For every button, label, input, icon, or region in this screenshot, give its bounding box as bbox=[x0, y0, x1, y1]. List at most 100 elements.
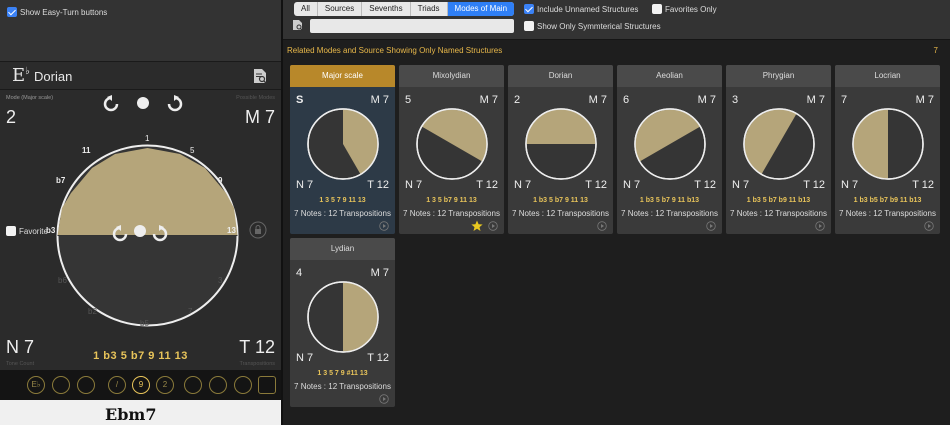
voice-button[interactable] bbox=[52, 376, 70, 394]
card-note-count: N 7 bbox=[623, 179, 641, 191]
easy-turn-checkbox[interactable] bbox=[7, 7, 17, 17]
favorites-only-checkbox[interactable] bbox=[652, 4, 662, 14]
left-panel: Show Easy-Turn buttons E♭ Dorian Mode (M… bbox=[0, 0, 281, 425]
card-formula: 1 3 5 b7 9 11 13 bbox=[426, 197, 477, 204]
card-notes-summary: 7 Notes : 12 Transpositions bbox=[294, 209, 391, 218]
left-options-area: Show Easy-Turn buttons bbox=[0, 0, 281, 62]
mode-cards-grid: Major scale S M 7N 7T 12 1 3 5 7 9 11 13 7 N… bbox=[283, 62, 950, 425]
slash-button[interactable]: / bbox=[108, 376, 126, 394]
card-mode-number: 3 bbox=[732, 94, 739, 106]
dial-label-9: 9 bbox=[218, 176, 223, 185]
option-9-button[interactable]: 9 bbox=[132, 376, 150, 394]
card-note-count: N 7 bbox=[841, 179, 859, 191]
card-title: Major scale bbox=[290, 65, 395, 87]
key-signature[interactable]: E♭ bbox=[12, 65, 30, 86]
tab-all[interactable]: All bbox=[294, 2, 318, 16]
tab-triads[interactable]: Triads bbox=[411, 2, 448, 16]
symmetrical-option[interactable]: Show Only Symmterical Structures bbox=[524, 21, 661, 31]
mode-card[interactable]: Phrygian 3 M 7 N 7 T 12 1 b3 5 b7 b9 11 b13 7 … bbox=[726, 65, 831, 234]
dial-label-b2: b2 bbox=[88, 307, 97, 316]
play-icon[interactable] bbox=[706, 221, 716, 231]
lock-icon[interactable] bbox=[249, 221, 267, 239]
symmetrical-checkbox[interactable] bbox=[524, 21, 534, 31]
card-mode-wheel bbox=[852, 108, 924, 180]
reset-dot[interactable] bbox=[137, 97, 149, 109]
metronome-icon[interactable] bbox=[258, 376, 276, 394]
card-title: Lydian bbox=[290, 238, 395, 260]
card-mode-number: 4 bbox=[296, 267, 303, 279]
card-note-count: N 7 bbox=[405, 179, 423, 191]
option-2-button[interactable]: 2 bbox=[156, 376, 174, 394]
play-icon[interactable] bbox=[379, 221, 389, 231]
easy-turn-option[interactable]: Show Easy-Turn buttons bbox=[7, 7, 107, 17]
mode-card[interactable]: Locrian 7 M 7 N 7 T 12 1 b3 b5 b7 b9 11 b13 7 … bbox=[835, 65, 940, 234]
card-note-count: N 7 bbox=[732, 179, 750, 191]
card-transpositions: T 12 bbox=[367, 179, 389, 191]
dial-label-5: 5 bbox=[190, 146, 195, 155]
card-note-count: N 7 bbox=[514, 179, 532, 191]
turn-controls bbox=[103, 95, 183, 112]
card-formula: 1 b3 b5 b7 b9 11 b13 bbox=[853, 197, 922, 204]
card-formula: 1 3 5 7 9 #11 13 bbox=[317, 370, 368, 377]
rotate-left-icon[interactable] bbox=[103, 95, 119, 112]
dial-label-13: 13 bbox=[227, 226, 236, 235]
dial-label-b5: b5 bbox=[140, 319, 149, 328]
mode-number: 2 bbox=[6, 107, 17, 127]
easy-turn-label: Show Easy-Turn buttons bbox=[20, 7, 108, 17]
mode-card[interactable]: Major scale S M 7 N 7 T 12 1 3 5 7 9 11 13 7 N… bbox=[290, 65, 395, 234]
document-search-icon[interactable] bbox=[253, 68, 267, 84]
favorite-checkbox[interactable] bbox=[6, 226, 16, 236]
card-transpositions: T 12 bbox=[803, 179, 825, 191]
tab-sevenths[interactable]: Sevenths bbox=[362, 2, 411, 16]
favorite-label: Favorite bbox=[19, 226, 48, 236]
tab-modes-of-main[interactable]: Modes of Main bbox=[447, 2, 515, 16]
tab-sources[interactable]: Sources bbox=[318, 2, 363, 16]
card-formula: 1 b3 5 b7 9 11 b13 bbox=[639, 197, 700, 204]
card-mode-wheel bbox=[307, 281, 379, 353]
mode-source-label: Mode (Major scale) bbox=[6, 95, 54, 101]
play-forward-button[interactable] bbox=[184, 376, 202, 394]
card-mode-number: 2 bbox=[514, 94, 521, 106]
play-icon[interactable] bbox=[379, 394, 389, 404]
mode-card[interactable]: Mixolydian 5 M 7 N 7 T 12 1 3 5 b7 9 11 13 7 N… bbox=[399, 65, 504, 234]
chord-name: Ebm7 bbox=[105, 405, 157, 424]
settings-button[interactable] bbox=[77, 376, 95, 394]
card-mode-wheel bbox=[634, 108, 706, 180]
card-notes-summary: 7 Notes : 12 Transpositions bbox=[512, 209, 609, 218]
include-unnamed-checkbox[interactable] bbox=[524, 4, 534, 14]
mode-card[interactable]: Lydian 4 M 7 N 7 T 12 1 3 5 7 9 #11 13 7 Notes… bbox=[290, 238, 395, 407]
favorites-only-option[interactable]: Favorites Only bbox=[652, 4, 717, 14]
end-button[interactable] bbox=[234, 376, 252, 394]
dial-label-b7: b7 bbox=[56, 176, 66, 185]
card-title: Locrian bbox=[835, 65, 940, 87]
card-formula: 1 b3 5 b7 b9 11 b13 bbox=[746, 197, 811, 204]
mode-card[interactable]: Aeolian 6 M 7 N 7 T 12 1 b3 5 b7 9 11 b13 7 No… bbox=[617, 65, 722, 234]
key-letter: E bbox=[12, 65, 26, 86]
include-unnamed-option[interactable]: Include Unnamed Structures bbox=[524, 4, 638, 14]
play-icon[interactable] bbox=[815, 221, 825, 231]
card-mode-count: M 7 bbox=[588, 94, 607, 106]
rotate-right-icon[interactable] bbox=[167, 95, 183, 112]
favorite-option[interactable]: Favorite bbox=[6, 226, 48, 236]
favorite-star-icon[interactable] bbox=[471, 220, 483, 232]
mode-card[interactable]: Dorian 2 M 7 N 7 T 12 1 b3 5 b7 9 11 13 7 Note… bbox=[508, 65, 613, 234]
play-icon[interactable] bbox=[597, 221, 607, 231]
next-button[interactable] bbox=[209, 376, 227, 394]
key-button[interactable]: E♭ bbox=[27, 376, 45, 394]
play-icon[interactable] bbox=[924, 221, 934, 231]
dial-label-1: 1 bbox=[145, 134, 150, 143]
mode-dial[interactable]: 1 5 9 13 3 7 b5 b2 b6 b3 b7 11 bbox=[40, 128, 255, 343]
card-title: Aeolian bbox=[617, 65, 722, 87]
card-mode-count: M 7 bbox=[806, 94, 825, 106]
card-mode-count: M 7 bbox=[697, 94, 716, 106]
filter-bar: All Sources Sevenths Triads Modes of Mai… bbox=[283, 0, 950, 40]
dial-label-7: 7 bbox=[188, 307, 193, 316]
search-input[interactable] bbox=[310, 19, 514, 33]
related-count: 7 bbox=[933, 46, 938, 55]
card-mode-number: 7 bbox=[841, 94, 848, 106]
card-mode-count: M 7 bbox=[915, 94, 934, 106]
possible-modes-label: Possible Modes bbox=[236, 95, 275, 101]
card-notes-summary: 7 Notes : 12 Transpositions bbox=[730, 209, 827, 218]
card-formula: 1 3 5 7 9 11 13 bbox=[319, 197, 366, 204]
play-icon[interactable] bbox=[488, 221, 498, 231]
